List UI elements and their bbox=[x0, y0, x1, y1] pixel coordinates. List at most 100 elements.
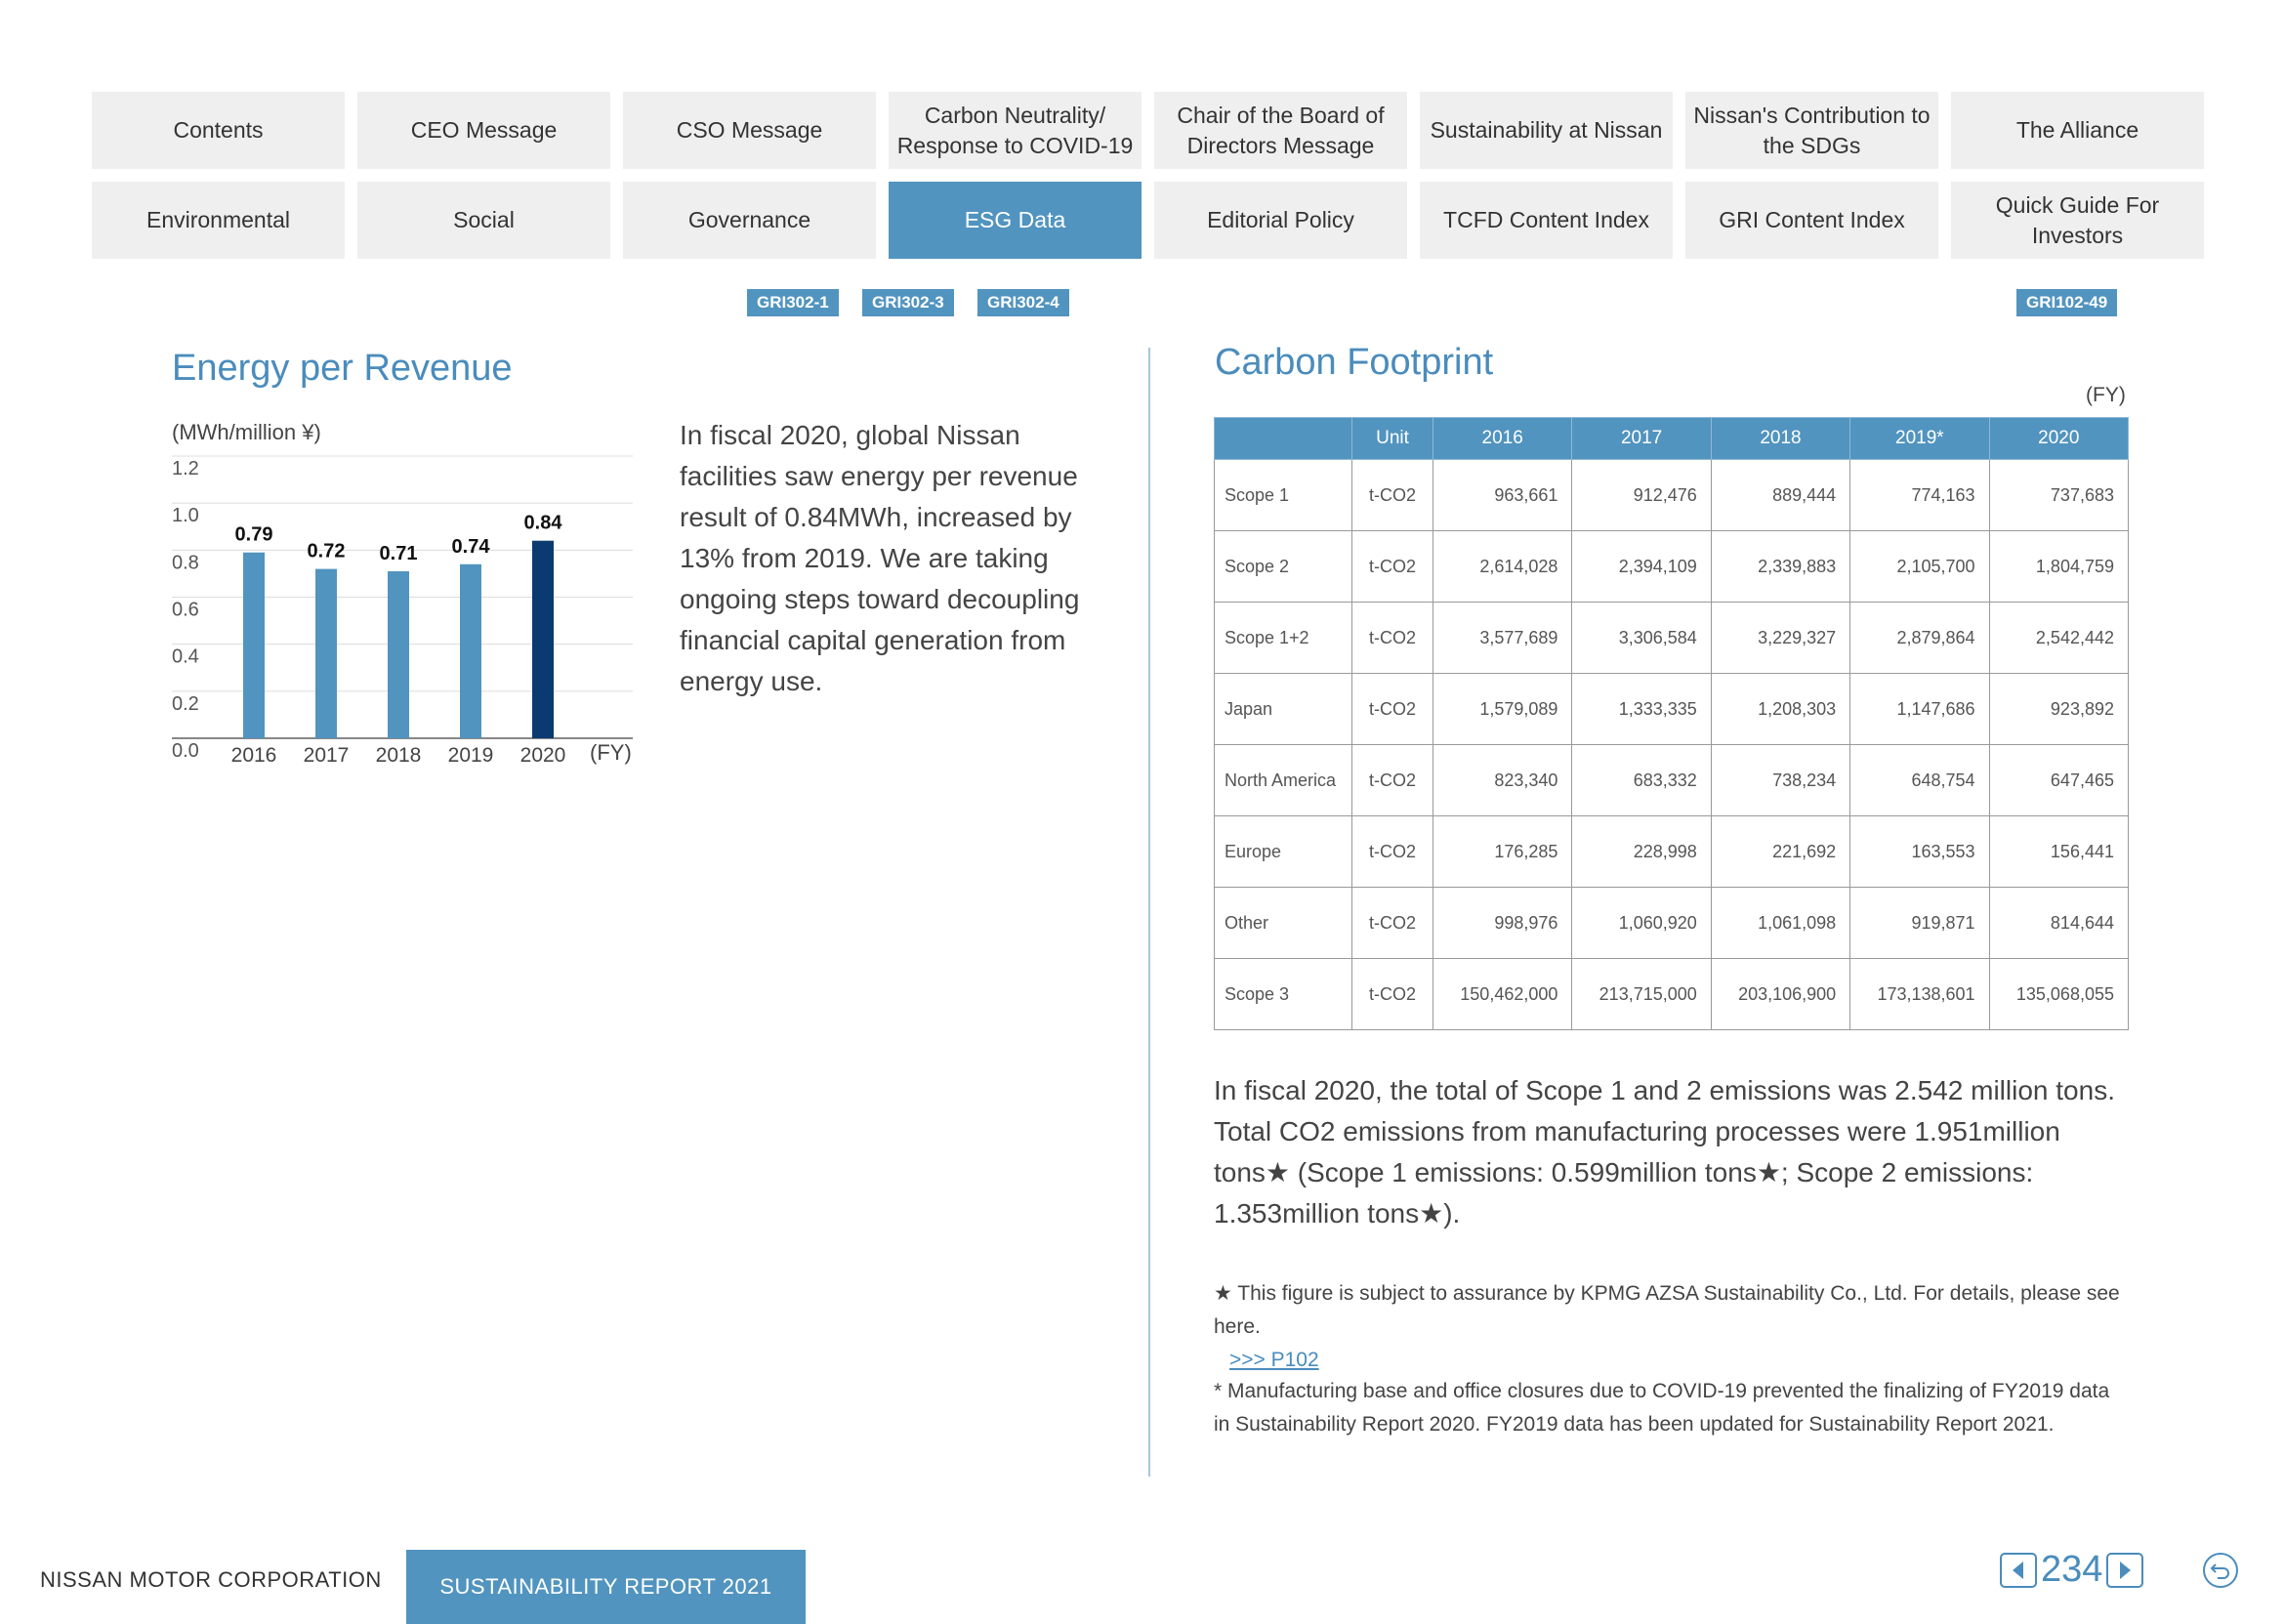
table-cell: 738,234 bbox=[1710, 744, 1851, 816]
column-divider bbox=[1148, 348, 1150, 1477]
next-page-button[interactable] bbox=[2106, 1552, 2144, 1588]
row-unit: t-CO2 bbox=[1351, 958, 1433, 1030]
table-cell: 1,579,089 bbox=[1432, 673, 1573, 745]
table-cell: 923,892 bbox=[1988, 673, 2130, 745]
footer-company-name: NISSAN MOTOR CORPORATION bbox=[40, 1567, 382, 1592]
nav-investor-guide[interactable]: Quick Guide For Investors bbox=[1951, 182, 2204, 259]
nav-tcfd-index[interactable]: TCFD Content Index bbox=[1420, 182, 1673, 259]
table-cell: 228,998 bbox=[1571, 815, 1712, 888]
back-button[interactable] bbox=[2203, 1553, 2238, 1588]
table-cell: 221,692 bbox=[1710, 815, 1851, 888]
table-row: Other t-CO2 998,976 1,060,920 1,061,098 919,8… bbox=[1214, 887, 2130, 959]
table-cell: 2,879,864 bbox=[1849, 602, 1990, 674]
table-cell: 3,229,327 bbox=[1710, 602, 1851, 674]
nav-gri-index[interactable]: GRI Content Index bbox=[1685, 182, 1938, 259]
table-row: Scope 1 t-CO2 963,661 912,476 889,444 774,163… bbox=[1214, 459, 2130, 531]
carbon-footprint-table: Unit 2016 2017 2018 2019* 2020 Scope 1 t-… bbox=[1214, 417, 2130, 1030]
table-cell: 2,614,028 bbox=[1432, 530, 1573, 603]
row-label: Scope 3 bbox=[1214, 958, 1352, 1030]
table-row: North America t-CO2 823,340 683,332 738,234 6… bbox=[1214, 744, 2130, 816]
nav-editorial-policy[interactable]: Editorial Policy bbox=[1154, 182, 1407, 259]
table-cell: 213,715,000 bbox=[1571, 958, 1712, 1030]
bar-2020 bbox=[532, 540, 554, 738]
table-cell: 683,332 bbox=[1571, 744, 1712, 816]
table-row: Scope 2 t-CO2 2,614,028 2,394,109 2,339,883 2… bbox=[1214, 530, 2130, 603]
y-tick-label: 1.0 bbox=[172, 505, 199, 526]
table-cell: 163,553 bbox=[1849, 815, 1990, 888]
x-tick-label: 2016 bbox=[231, 744, 277, 767]
row-label: Scope 2 bbox=[1214, 530, 1352, 603]
nav-social[interactable]: Social bbox=[357, 182, 610, 259]
carbon-paragraph: In fiscal 2020, the total of Scope 1 and… bbox=[1214, 1075, 2115, 1228]
table-cell: 2,105,700 bbox=[1849, 530, 1990, 603]
nav-the-alliance[interactable]: The Alliance bbox=[1951, 92, 2204, 169]
page-102-link[interactable]: >>> P102 bbox=[1229, 1349, 1319, 1371]
table-cell: 3,306,584 bbox=[1571, 602, 1712, 674]
table-cell: 774,163 bbox=[1849, 459, 1990, 531]
row-label: Scope 1+2 bbox=[1214, 602, 1352, 674]
return-arrow-icon bbox=[2210, 1563, 2229, 1579]
bar-2018 bbox=[388, 571, 409, 738]
nav-sdgs-contribution[interactable]: Nissan's Contribution to the SDGs bbox=[1685, 92, 1938, 169]
nav-esg-data[interactable]: ESG Data bbox=[889, 182, 1142, 259]
row-unit: t-CO2 bbox=[1351, 673, 1433, 745]
table-header-row: Unit 2016 2017 2018 2019* 2020 bbox=[1214, 417, 2130, 460]
table-cell: 1,333,335 bbox=[1571, 673, 1712, 745]
nav-carbon-neutrality[interactable]: Carbon Neutrality/ Response to COVID-19 bbox=[889, 92, 1142, 169]
table-cell: 1,804,759 bbox=[1988, 530, 2130, 603]
row-label: Other bbox=[1214, 887, 1352, 959]
chart-x-axis-label: (FY) bbox=[590, 740, 632, 765]
energy-description: In fiscal 2020, global Nissan facilities… bbox=[680, 420, 1080, 696]
page-number: 234 bbox=[2041, 1549, 2103, 1590]
y-tick-label: 0.4 bbox=[172, 646, 199, 668]
table-header-2016: 2016 bbox=[1432, 417, 1573, 460]
bar-2016 bbox=[243, 552, 265, 738]
nav-governance[interactable]: Governance bbox=[623, 182, 876, 259]
bar-value-label: 0.79 bbox=[235, 524, 273, 546]
x-tick-label: 2019 bbox=[448, 744, 494, 767]
table-header-2019: 2019* bbox=[1849, 417, 1990, 460]
row-unit: t-CO2 bbox=[1351, 459, 1433, 531]
fy2019-note: * Manufacturing base and office closures… bbox=[1214, 1380, 2110, 1436]
bar-value-label: 0.71 bbox=[380, 543, 418, 564]
nav-environmental[interactable]: Environmental bbox=[92, 182, 345, 259]
assurance-note-text: ★ This figure is subject to assurance by… bbox=[1214, 1282, 2120, 1338]
nav-cso-message[interactable]: CSO Message bbox=[623, 92, 876, 169]
table-cell: 647,465 bbox=[1988, 744, 2130, 816]
footer-report-button[interactable]: SUSTAINABILITY REPORT 2021 bbox=[406, 1550, 806, 1624]
table-cell: 814,644 bbox=[1988, 887, 2130, 959]
prev-page-button[interactable] bbox=[2000, 1552, 2037, 1588]
table-header-unit: Unit bbox=[1351, 417, 1433, 460]
gri-tag-302-3[interactable]: GRI302-3 bbox=[862, 289, 954, 316]
nav-ceo-message[interactable]: CEO Message bbox=[357, 92, 610, 169]
top-navigation: Contents CEO Message CSO Message Carbon … bbox=[92, 92, 2204, 259]
table-cell: 1,147,686 bbox=[1849, 673, 1990, 745]
gri-tag-102-49[interactable]: GRI102-49 bbox=[2016, 289, 2118, 316]
table-cell: 150,462,000 bbox=[1432, 958, 1573, 1030]
table-cell: 912,476 bbox=[1571, 459, 1712, 531]
table-row: Scope 3 t-CO2 150,462,000 213,715,000 203,10… bbox=[1214, 958, 2130, 1030]
row-unit: t-CO2 bbox=[1351, 602, 1433, 674]
row-label: Japan bbox=[1214, 673, 1352, 745]
gri-tag-302-4[interactable]: GRI302-4 bbox=[977, 289, 1069, 316]
row-unit: t-CO2 bbox=[1351, 815, 1433, 888]
chart-y-unit-label: (MWh/million ¥) bbox=[172, 420, 321, 444]
x-tick-label: 2018 bbox=[376, 744, 422, 767]
table-cell: 1,208,303 bbox=[1710, 673, 1851, 745]
row-label: North America bbox=[1214, 744, 1352, 816]
gri-tag-302-1[interactable]: GRI302-1 bbox=[747, 289, 839, 316]
nav-chair-message[interactable]: Chair of the Board of Directors Message bbox=[1154, 92, 1407, 169]
table-cell: 823,340 bbox=[1432, 744, 1573, 816]
bar-value-label: 0.72 bbox=[308, 541, 346, 562]
nav-contents[interactable]: Contents bbox=[92, 92, 345, 169]
row-label: Europe bbox=[1214, 815, 1352, 888]
table-row: Scope 1+2 t-CO2 3,577,689 3,306,584 3,229,32… bbox=[1214, 602, 2130, 674]
table-cell: 2,339,883 bbox=[1710, 530, 1851, 603]
triangle-right-icon bbox=[2120, 1561, 2132, 1579]
table-cell: 173,138,601 bbox=[1849, 958, 1990, 1030]
table-cell: 1,061,098 bbox=[1710, 887, 1851, 959]
nav-sustainability-at-nissan[interactable]: Sustainability at Nissan bbox=[1420, 92, 1673, 169]
table-header-2020: 2020 bbox=[1988, 417, 2130, 460]
y-tick-label: 1.2 bbox=[172, 458, 199, 479]
bar-2017 bbox=[315, 568, 337, 738]
